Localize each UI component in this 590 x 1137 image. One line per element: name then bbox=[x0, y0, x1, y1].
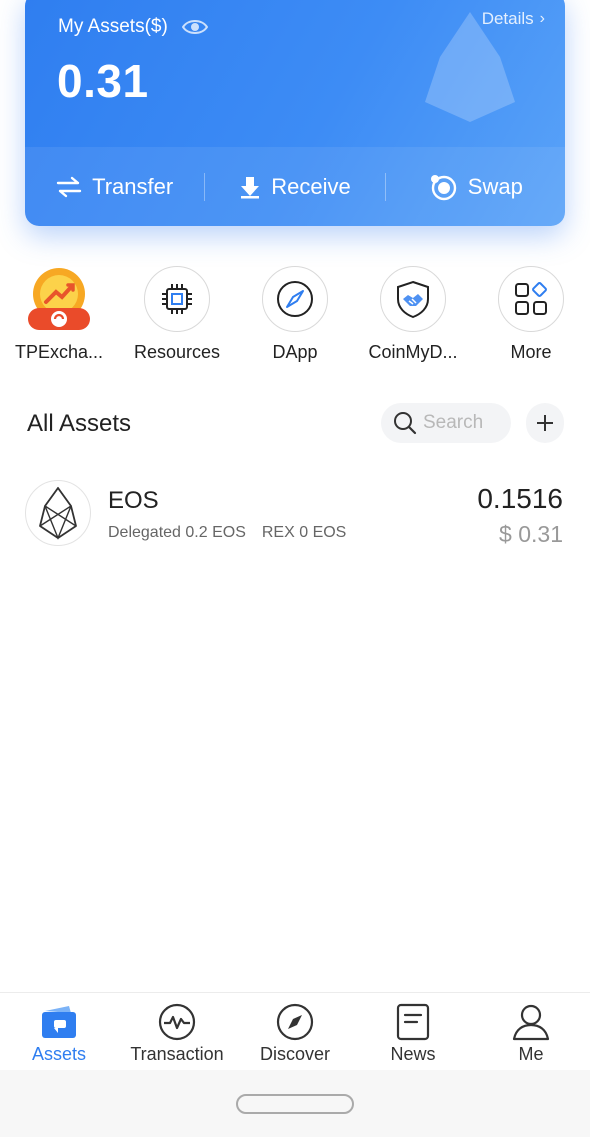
receive-icon bbox=[241, 176, 260, 198]
coinmyd-circle bbox=[380, 266, 446, 332]
receive-label: Receive bbox=[271, 173, 351, 199]
bottom-tab-bar: Assets Transaction Discover News Me bbox=[0, 992, 590, 1070]
more-circle bbox=[498, 266, 564, 332]
shortcut-label: DApp bbox=[272, 342, 318, 362]
tab-label: Me bbox=[518, 1044, 544, 1064]
tab-label: Assets bbox=[31, 1044, 87, 1064]
search-input[interactable]: Search bbox=[381, 403, 511, 443]
tab-assets[interactable]: Assets bbox=[0, 993, 118, 1070]
chevron-right-icon: › bbox=[539, 10, 545, 27]
tab-label: Discover bbox=[259, 1044, 330, 1064]
all-assets-header: All Assets Search bbox=[27, 402, 565, 446]
swap-button[interactable]: Swap bbox=[386, 167, 565, 207]
chip-icon bbox=[162, 284, 192, 314]
swap-label: Swap bbox=[467, 173, 523, 199]
home-indicator[interactable] bbox=[236, 1094, 354, 1114]
eos-logo bbox=[25, 480, 91, 546]
compass-icon bbox=[277, 281, 313, 317]
search-placeholder: Search bbox=[423, 412, 484, 433]
transfer-label: Transfer bbox=[92, 173, 174, 199]
shortcut-dapp[interactable]: DApp bbox=[236, 266, 354, 376]
pulse-icon bbox=[158, 1003, 196, 1041]
system-nav-bar bbox=[0, 1070, 590, 1137]
tab-transaction[interactable]: Transaction bbox=[118, 993, 236, 1070]
shortcut-label: More bbox=[510, 342, 552, 362]
token-rex: REX 0 EOS bbox=[261, 524, 347, 541]
tab-label: News bbox=[390, 1044, 436, 1064]
token-subinfo: Delegated 0.2 EOS REX 0 EOS bbox=[108, 524, 346, 542]
transfer-button[interactable]: Transfer bbox=[25, 167, 204, 207]
shortcut-label: CoinMyD... bbox=[368, 342, 458, 362]
card-actions: Transfer Receive Swap bbox=[25, 147, 565, 226]
all-assets-title: All Assets bbox=[27, 410, 132, 437]
token-symbol: EOS bbox=[108, 487, 159, 514]
eos-icon bbox=[39, 486, 77, 540]
plus-icon bbox=[537, 415, 553, 431]
shortcut-resources[interactable]: Resources bbox=[118, 266, 236, 376]
details-label: Details bbox=[481, 9, 534, 28]
shortcut-label: TPExcha... bbox=[14, 342, 104, 362]
wallet-icon bbox=[42, 1006, 76, 1038]
token-usd-value: $ 0.31 bbox=[499, 521, 563, 547]
token-balance: 0.1516 bbox=[477, 483, 563, 514]
shortcut-coinmyd[interactable]: CoinMyD... bbox=[354, 266, 472, 376]
news-icon bbox=[396, 1003, 430, 1041]
person-icon bbox=[512, 1004, 550, 1041]
details-link[interactable]: Details › bbox=[482, 9, 545, 29]
receive-button[interactable]: Receive bbox=[205, 167, 384, 207]
shortcut-tpexchange[interactable]: TPExcha... bbox=[0, 266, 118, 376]
tab-me[interactable]: Me bbox=[472, 993, 590, 1070]
tab-discover[interactable]: Discover bbox=[236, 993, 354, 1070]
tpexchange-icon bbox=[28, 268, 90, 330]
assets-card: My Assets($) Details › 0.31 Transfer Rec… bbox=[25, 0, 565, 226]
search-icon bbox=[394, 412, 417, 435]
add-asset-button[interactable] bbox=[526, 403, 564, 443]
token-delegated: Delegated 0.2 EOS bbox=[108, 524, 246, 541]
dapp-circle bbox=[262, 266, 328, 332]
shortcut-row: TPExcha... Resources DApp CoinMyD... Mor… bbox=[0, 266, 590, 376]
grid-icon bbox=[515, 282, 547, 315]
compass-icon bbox=[276, 1003, 314, 1041]
tab-news[interactable]: News bbox=[354, 993, 472, 1070]
tab-label: Transaction bbox=[130, 1044, 224, 1064]
resources-circle bbox=[144, 266, 210, 332]
total-assets-amount: 0.31 bbox=[57, 55, 149, 107]
shortcut-more[interactable]: More bbox=[472, 266, 590, 376]
shortcut-label: Resources bbox=[133, 342, 221, 362]
my-assets-label: My Assets($) bbox=[58, 16, 168, 37]
swap-icon bbox=[430, 174, 456, 200]
shield-handshake-icon bbox=[397, 280, 429, 319]
transfer-icon bbox=[56, 176, 82, 197]
eye-icon[interactable] bbox=[181, 18, 208, 36]
token-row-eos[interactable]: EOS Delegated 0.2 EOS REX 0 EOS 0.1516 $ … bbox=[25, 478, 565, 548]
